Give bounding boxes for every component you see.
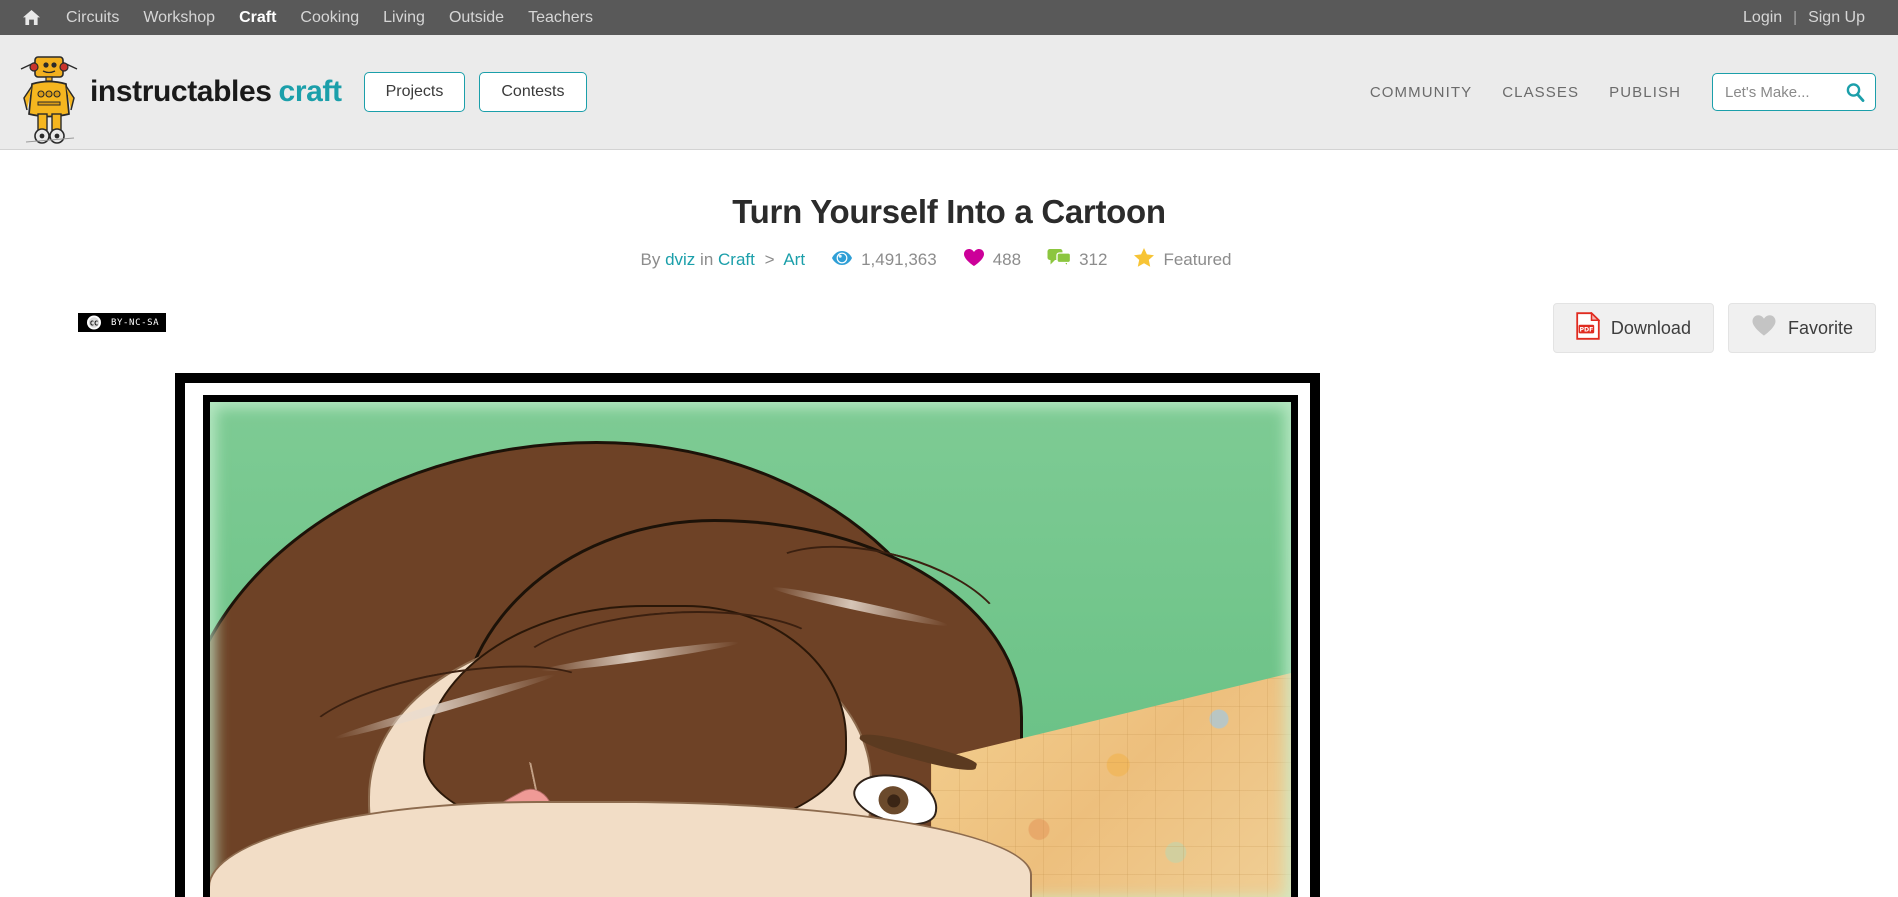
cartoon-illustration bbox=[210, 402, 1291, 897]
projects-button[interactable]: Projects bbox=[363, 72, 466, 112]
brand-name: instructables bbox=[90, 75, 272, 108]
contests-button[interactable]: Contests bbox=[479, 72, 587, 112]
topbar-item-teachers[interactable]: Teachers bbox=[516, 0, 605, 35]
hero-photo-matte bbox=[203, 395, 1298, 897]
page-title: Turn Yourself Into a Cartoon bbox=[732, 193, 1166, 230]
author-link[interactable]: dviz bbox=[665, 250, 695, 269]
byline-in-word: in bbox=[700, 250, 714, 269]
hero-photo-frame[interactable] bbox=[175, 373, 1320, 897]
header-pill-buttons: Projects Contests bbox=[363, 72, 587, 112]
svg-text:PDF: PDF bbox=[1579, 326, 1593, 333]
top-utility-bar: Circuits Workshop Craft Cooking Living O… bbox=[0, 0, 1898, 35]
stat-comments: 312 bbox=[1047, 248, 1107, 272]
cc-mark-icon: CC bbox=[80, 315, 108, 330]
category-link[interactable]: Craft bbox=[718, 250, 755, 269]
cc-terms-label: BY-NC-SA bbox=[111, 317, 160, 328]
star-icon bbox=[1133, 247, 1155, 273]
iris bbox=[874, 782, 913, 819]
views-count: 1,491,363 bbox=[861, 250, 937, 269]
heart-icon bbox=[963, 248, 985, 272]
comment-icon bbox=[1047, 248, 1072, 272]
topbar-item-workshop[interactable]: Workshop bbox=[131, 0, 227, 35]
hero-image-area bbox=[0, 373, 1898, 897]
search-input[interactable] bbox=[1725, 83, 1845, 101]
topbar-item-outside[interactable]: Outside bbox=[437, 0, 516, 35]
favorites-count: 488 bbox=[992, 250, 1022, 269]
home-icon[interactable] bbox=[18, 7, 44, 29]
instructables-robot-logo-icon bbox=[18, 52, 80, 148]
site-header: instructables craft Projects Contests COM… bbox=[0, 35, 1898, 150]
nav-publish[interactable]: PUBLISH bbox=[1594, 84, 1696, 101]
header-nav: COMMUNITY CLASSES PUBLISH bbox=[1355, 73, 1876, 111]
stat-favorites: 488 bbox=[963, 248, 1021, 272]
creative-commons-badge[interactable]: CC BY-NC-SA bbox=[78, 313, 167, 332]
download-label: Download bbox=[1610, 317, 1691, 338]
search-icon[interactable] bbox=[1845, 82, 1865, 102]
action-row: CC BY-NC-SA PDF Download Favorite bbox=[0, 303, 1898, 353]
brand-block[interactable]: instructables craft bbox=[18, 44, 342, 144]
byline-arrow: > bbox=[764, 250, 775, 269]
search-box[interactable] bbox=[1712, 73, 1876, 111]
topbar-item-cooking[interactable]: Cooking bbox=[288, 0, 371, 35]
stat-featured: Featured bbox=[1133, 247, 1232, 273]
heart-outline-icon bbox=[1751, 314, 1777, 342]
favorite-label: Favorite bbox=[1787, 317, 1853, 338]
topbar-item-living[interactable]: Living bbox=[371, 0, 437, 35]
byline-by-prefix: By bbox=[640, 250, 661, 269]
topbar-nav: Circuits Workshop Craft Cooking Living O… bbox=[18, 0, 605, 35]
download-button[interactable]: PDF Download bbox=[1552, 303, 1714, 353]
comments-count: 312 bbox=[1079, 250, 1108, 269]
subcategory-link[interactable]: Art bbox=[783, 250, 805, 269]
eye-icon bbox=[831, 250, 853, 271]
featured-label: Featured bbox=[1163, 250, 1232, 269]
signup-link[interactable]: Sign Up bbox=[1797, 0, 1876, 35]
svg-text:CC: CC bbox=[90, 320, 98, 328]
topbar-item-craft[interactable]: Craft bbox=[227, 0, 288, 35]
login-link[interactable]: Login bbox=[1732, 0, 1793, 35]
stat-views: 1,491,363 bbox=[831, 250, 937, 271]
pdf-icon: PDF bbox=[1576, 310, 1601, 345]
byline: By dviz in Craft > Art 1,491,363 488 312… bbox=[0, 247, 1898, 273]
account-links: Login | Sign Up bbox=[1732, 0, 1876, 35]
nav-classes[interactable]: CLASSES bbox=[1487, 84, 1594, 101]
brand-channel: craft bbox=[278, 75, 342, 108]
byline-attribution: By dviz in Craft > Art bbox=[641, 250, 806, 270]
article-action-buttons: PDF Download Favorite bbox=[1552, 303, 1876, 353]
brand-wordmark: instructables craft bbox=[90, 75, 342, 109]
favorite-button[interactable]: Favorite bbox=[1727, 303, 1876, 353]
pupil bbox=[885, 792, 902, 810]
hero-photo-inner bbox=[185, 383, 1310, 897]
topbar-item-circuits[interactable]: Circuits bbox=[54, 0, 131, 35]
nav-community[interactable]: COMMUNITY bbox=[1355, 84, 1487, 101]
